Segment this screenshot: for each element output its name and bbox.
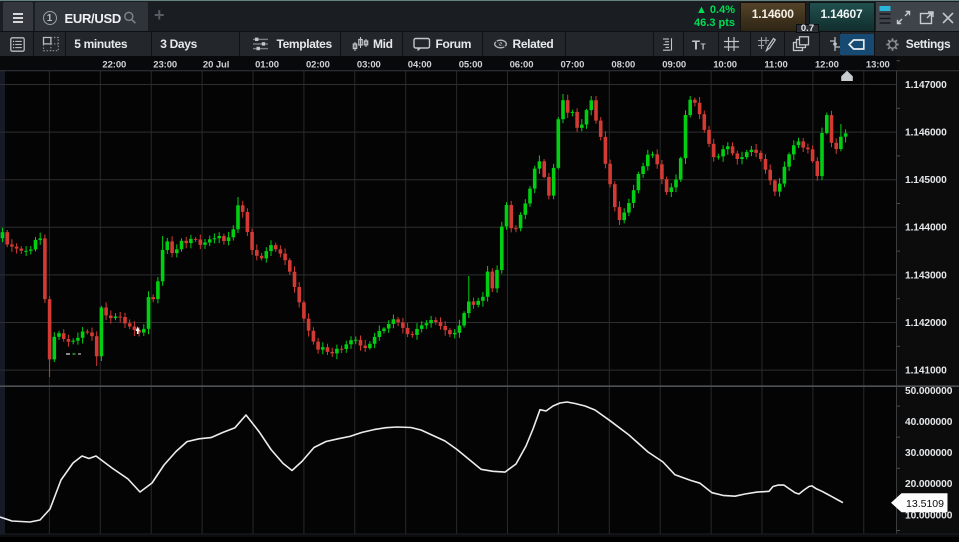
svg-text:03:00: 03:00: [357, 60, 381, 71]
svg-text:20.000000: 20.000000: [905, 479, 953, 490]
svg-text:01:00: 01:00: [255, 60, 279, 71]
svg-text:06:00: 06:00: [510, 60, 534, 71]
svg-text:04:00: 04:00: [408, 60, 432, 71]
svg-text:1.146000: 1.146000: [905, 128, 947, 139]
svg-text:10:00: 10:00: [713, 60, 737, 71]
svg-text:30.000000: 30.000000: [905, 448, 953, 459]
svg-text:23:00: 23:00: [153, 60, 177, 71]
svg-text:T: T: [692, 38, 700, 51]
svg-text:22:00: 22:00: [102, 60, 126, 71]
svg-text:08:00: 08:00: [611, 60, 635, 71]
svg-text:13.5109: 13.5109: [906, 498, 944, 510]
svg-text:1.144000: 1.144000: [905, 223, 947, 234]
svg-text:07:00: 07:00: [560, 60, 584, 71]
svg-text:T: T: [700, 41, 706, 51]
svg-text:1.142000: 1.142000: [905, 318, 947, 329]
svg-text:02:00: 02:00: [306, 60, 330, 71]
svg-text:09:00: 09:00: [662, 60, 686, 71]
svg-text:12:00: 12:00: [815, 60, 839, 71]
svg-text:11:00: 11:00: [764, 60, 787, 71]
svg-text:1.147000: 1.147000: [905, 80, 947, 91]
svg-text:1.143000: 1.143000: [905, 270, 947, 281]
svg-text:13:00: 13:00: [866, 60, 890, 71]
svg-text:40.000000: 40.000000: [905, 417, 953, 428]
svg-text:50.000000: 50.000000: [905, 386, 953, 397]
svg-text:1.145000: 1.145000: [905, 175, 947, 186]
svg-text:20 Jul: 20 Jul: [203, 60, 229, 71]
svg-text:05:00: 05:00: [459, 60, 483, 71]
svg-text:1.141000: 1.141000: [905, 366, 947, 377]
